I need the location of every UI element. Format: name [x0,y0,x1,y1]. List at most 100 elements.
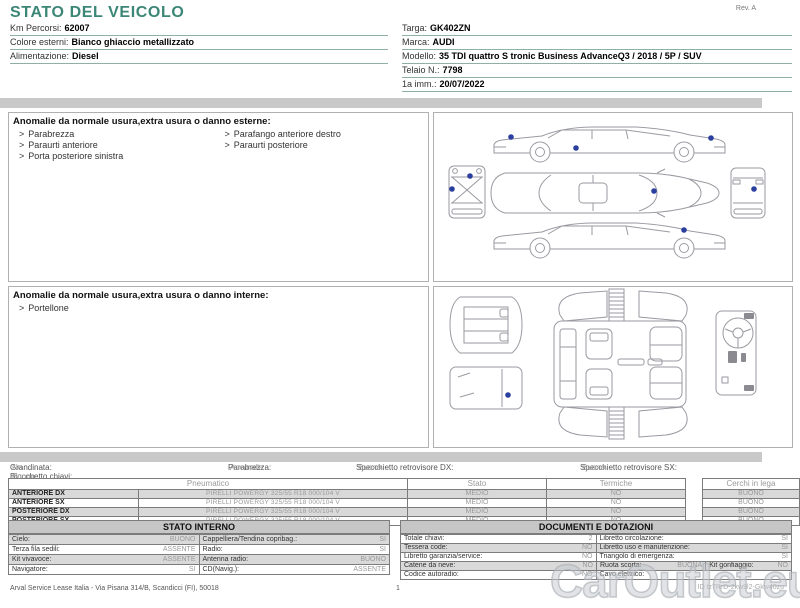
table-row: Catene da neve: NO Ruota scorta: BUONA Kit… [401,561,791,570]
field-label: Marca: [402,37,430,47]
trunk-view [449,296,523,354]
tires-table: Pneumatico Stato Termiche ANTERIORE DX P… [8,478,686,526]
field-label: Modello: [402,51,437,61]
anomaly-label: Paraurti posteriore [233,140,308,150]
car-side-view-top [493,126,726,163]
field-value: 62007 [64,23,90,33]
field-modello: Modello: 35 TDI quattro S tronic Business… [402,50,792,64]
tire-row: ANTERIORE SX PIRELLI POWERGY 325/55 R18 … [9,498,685,507]
cerchi-cell: BUONO [703,498,799,507]
interior-car-diagram [449,288,757,440]
field-value: 35 TDI quattro S tronic Business Advance… [439,51,702,61]
damage-marker [708,135,714,141]
anomaly-label: Portellone [28,303,69,313]
field-prima-imm: 1a imm.: 20/07/2022 [402,78,792,92]
bullet-glyph: > [224,129,230,139]
field-value: Diesel [72,51,99,61]
vehicle-header-right: Targa: GK402ZN Marca: AUDI Modello: 35 TDI … [402,22,792,92]
table-row: Codice autoradio: NO Cavo elettrico: [401,570,791,579]
field-label: Alimentazione: [10,51,70,61]
field-label: 1a imm.: [402,79,437,89]
bullet-glyph: > [224,140,230,150]
exterior-anomalies-panel: Anomalie da normale usura,extra usura o … [8,112,429,282]
anomaly-item: > Paraurti anteriore [13,140,219,151]
anomaly-label: Parabrezza [28,129,75,139]
col-header-stato: Stato [407,479,546,489]
revision-label: Rev. A [735,5,756,12]
table-row: Tessera code: NO Libretto uso e manutenzi… [401,543,791,552]
anomaly-label: Parafango anteriore destro [233,129,341,139]
cerchi-cell: BUONO [703,489,799,498]
col-header-cerchi: Cerchi in lega [726,479,776,488]
damage-marker [449,186,455,192]
interior-anomalies-title: Anomalie da normale usura,extra usura o … [13,290,269,301]
table-row: Libretto garanzia/service: NO Triangolo d… [401,552,791,561]
field-label: Telaio N.: [402,65,440,75]
field-telaio: Telaio N.: 7798 [402,64,792,78]
cabin-seats-view [553,288,688,440]
exterior-diagram-panel [433,112,793,282]
damage-marker [573,145,579,151]
stato-interno-table: STATO INTERNO Cielo: BUONO Cappelliera/Te… [8,520,390,575]
bullet-glyph: > [19,303,25,313]
anomaly-item: > Paraurti posteriore [219,140,425,151]
table-row: Navigatore: SI CD(Navig.): ASSENTE [9,564,389,574]
car-front-view [448,165,486,219]
bullet-glyph: > [19,140,25,150]
cerchi-cell: BUONO [703,507,799,516]
tailgate-view [449,366,523,410]
field-marca: Marca: AUDI [402,36,792,50]
field-label: Km Percorsi: [10,23,62,33]
footer-company: Arval Service Lease Italia - Via Pisana … [10,585,219,592]
documenti-title: DOCUMENTI E DOTAZIONI [401,521,791,534]
field-targa: Targa: GK402ZN [402,22,792,36]
car-rear-view [730,167,766,219]
field-alimentazione: Alimentazione: Diesel [10,50,388,64]
field-value: AUDI [432,37,455,47]
tire-row: POSTERIORE DX PIRELLI POWERGY 325/55 R18… [9,507,685,516]
damage-marker [508,134,514,140]
page-number: 1 [396,585,400,592]
field-value: 20/07/2022 [439,79,485,89]
bullet-glyph: > [19,151,25,161]
field-value: 7798 [442,65,463,75]
field-value: Bianco ghiaccio metallizzato [71,37,195,47]
col-header-termiche: Termiche [546,479,685,489]
anomaly-label: Porta posteriore sinistra [28,151,124,161]
separator-band [0,452,762,462]
separator-band [0,98,762,108]
damage-marker [651,188,657,194]
anomaly-item: > Porta posteriore sinistra [13,151,219,162]
field-label: Targa: [402,23,428,33]
anomaly-item: > Parafango anteriore destro [219,129,425,140]
stato-interno-title: STATO INTERNO [9,521,389,534]
vehicle-header: Km Percorsi: 62007 Colore esterni: Bianco … [10,22,792,92]
field-value: GK402ZN [430,23,471,33]
exterior-anomalies-title: Anomalie da normale usura,extra usura o … [13,116,271,127]
documenti-table: DOCUMENTI E DOTAZIONI Totale chiavi: 2 Li… [400,520,792,580]
vehicle-header-left: Km Percorsi: 62007 Colore esterni: Bianco … [10,22,388,92]
damage-marker [505,392,511,398]
damage-marker [467,173,473,179]
table-row: Totale chiavi: 2 Libretto circolazione: SI [401,534,791,543]
table-row: Kit vivavoce: ASSENTE Antenna radio: BUONO [9,554,389,564]
anomaly-label: Paraurti anteriore [28,140,98,150]
table-row: Cielo: BUONO Cappelliera/Tendina copribag… [9,534,389,544]
document-id: ID tz7RrD-2kw9l2-Gkw40zu [697,584,784,591]
dashboard-view [715,310,757,396]
cerchi-table: Cerchi in lega BUONO BUONO BUONO BUONO [702,478,800,526]
car-side-view-bottom [493,222,726,259]
anomaly-item: > Parabrezza [13,129,219,140]
damage-marker [751,186,757,192]
anomaly-item: > Portellone [13,303,219,314]
car-plan-view [490,168,720,218]
exterior-car-diagram [448,126,766,259]
bullet-glyph: > [19,129,25,139]
field-colore-esterni: Colore esterni: Bianco ghiaccio metallizz… [10,36,388,50]
tire-row: ANTERIORE DX PIRELLI POWERGY 325/55 R18 … [9,489,685,498]
interior-anomalies-panel: Anomalie da normale usura,extra usura o … [8,286,429,448]
interior-diagram-panel [433,286,793,448]
field-km-percorsi: Km Percorsi: 62007 [10,22,388,36]
page-title: STATO DEL VEICOLO [10,4,185,21]
field-label: Colore esterni: [10,37,69,47]
